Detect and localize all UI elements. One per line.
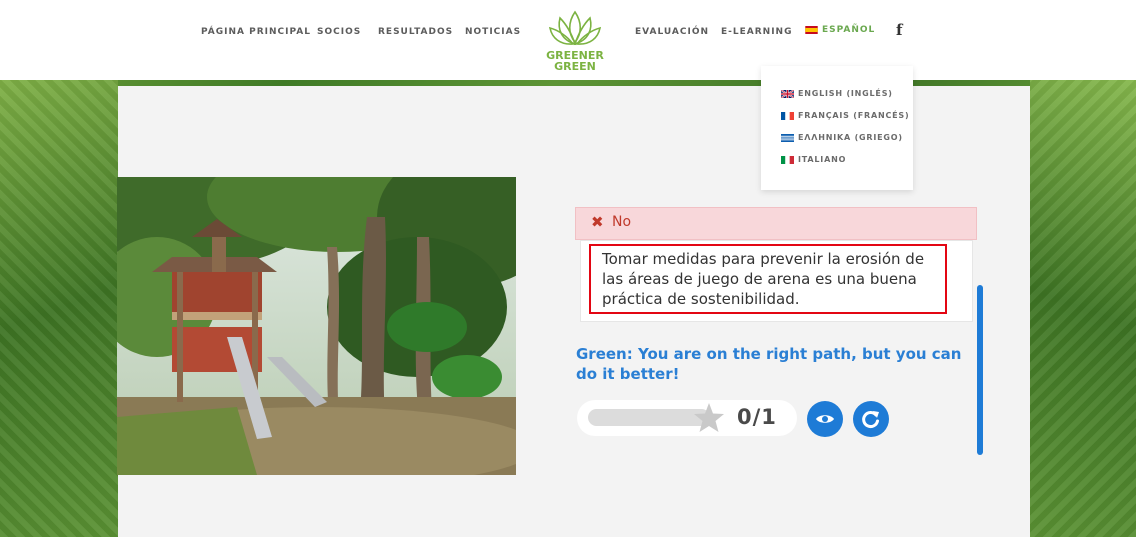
facebook-icon[interactable]: f — [896, 21, 902, 39]
language-option-label: ITALIANO — [798, 155, 847, 164]
language-option-label: ENGLISH (INGLÉS) — [798, 89, 893, 98]
site-logo[interactable]: GREENER GREEN — [540, 8, 610, 74]
retry-button[interactable] — [853, 401, 889, 437]
greece-flag-icon — [781, 133, 794, 142]
quiz-statement: Tomar medidas para prevenir la erosión d… — [589, 244, 947, 314]
language-option-italian[interactable]: ITALIANO — [781, 155, 846, 164]
feedback-status-label: No — [612, 214, 632, 230]
score-text: 0/1 — [737, 405, 777, 429]
language-option-greek[interactable]: ΕΛΛΗΝΙΚΑ (GRIEGO) — [781, 133, 903, 142]
background-left-decoration — [0, 80, 118, 537]
playground-photo — [117, 177, 516, 475]
language-dropdown: ENGLISH (INGLÉS) FRANÇAIS (FRANCÉS) ΕΛΛΗ… — [761, 66, 913, 190]
language-option-label: FRANÇAIS (FRANCÉS) — [798, 111, 910, 120]
nav-results[interactable]: RESULTADOS — [378, 27, 453, 37]
nav-partners[interactable]: SOCIOS — [317, 27, 361, 37]
italy-flag-icon — [781, 155, 794, 164]
background-right-decoration — [1030, 80, 1136, 537]
language-option-label: ΕΛΛΗΝΙΚΑ (GRIEGO) — [798, 133, 903, 142]
current-language-label: ESPAÑOL — [822, 25, 876, 35]
page: PÁGINA PRINCIPAL SOCIOS RESULTADOS NOTIC… — [0, 0, 1136, 537]
logo-text-line2: GREEN — [554, 60, 596, 73]
feedback-incorrect-bar: ✖ No — [575, 207, 977, 240]
spain-flag-icon — [805, 26, 818, 34]
language-option-english[interactable]: ENGLISH (INGLÉS) — [781, 89, 893, 98]
leaf-wreath-icon — [548, 10, 602, 46]
nav-evaluation[interactable]: EVALUACIÓN — [635, 27, 709, 37]
language-switcher[interactable]: ESPAÑOL — [805, 25, 875, 35]
nav-elearning[interactable]: E-LEARNING — [721, 27, 792, 37]
nav-news[interactable]: NOTICIAS — [465, 27, 521, 37]
nav-home[interactable]: PÁGINA PRINCIPAL — [201, 27, 311, 37]
eye-icon — [816, 415, 834, 423]
star-icon — [694, 403, 724, 432]
result-message: Green: You are on the right path, but yo… — [576, 345, 962, 383]
cross-icon: ✖ — [591, 213, 604, 231]
uk-flag-icon — [781, 89, 794, 98]
site-header: PÁGINA PRINCIPAL SOCIOS RESULTADOS NOTIC… — [0, 0, 1136, 80]
language-option-french[interactable]: FRANÇAIS (FRANCÉS) — [781, 111, 909, 120]
show-answer-button[interactable] — [807, 401, 843, 437]
france-flag-icon — [781, 111, 794, 120]
retry-icon — [862, 411, 879, 428]
